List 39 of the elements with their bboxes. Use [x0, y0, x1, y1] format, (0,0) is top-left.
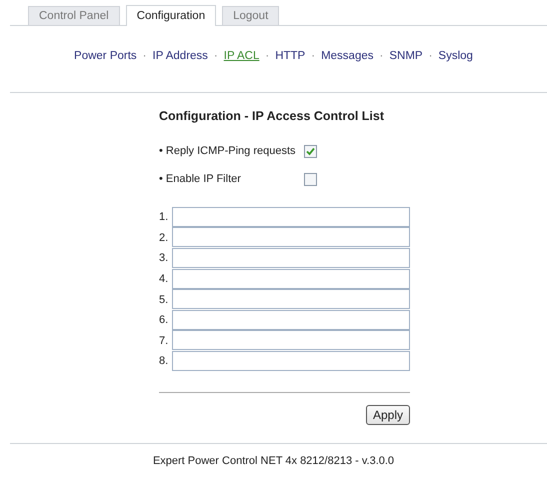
row-number: 1.: [159, 211, 170, 224]
option-label: • Enable IP Filter: [159, 173, 242, 185]
ip-input-field[interactable]: [172, 350, 410, 371]
row-number: 7.: [159, 334, 170, 347]
ip-input-field[interactable]: [172, 289, 410, 310]
row-number: 2.: [159, 232, 170, 244]
apply-button[interactable]: Apply: [366, 404, 410, 425]
nav-link[interactable]: Messages: [321, 50, 374, 70]
nav-link[interactable]: Power Ports: [74, 50, 137, 70]
nav-link[interactable]: HTTP: [275, 50, 306, 70]
separator-dot: ·: [142, 50, 147, 64]
ip-input-field[interactable]: [172, 330, 410, 350]
checkbox[interactable]: [304, 144, 317, 158]
separator-dot: ·: [428, 50, 432, 64]
checkbox[interactable]: [304, 172, 317, 186]
ip-input-field[interactable]: [172, 227, 410, 248]
row-number: 5.: [159, 294, 170, 306]
ip-input-field[interactable]: [172, 268, 410, 289]
ip-input-field[interactable]: [172, 310, 410, 330]
nav-link[interactable]: IP ACL: [224, 50, 260, 70]
separator-dot: ·: [265, 50, 270, 64]
ip-input-field[interactable]: [172, 248, 410, 268]
row-number: 8.: [159, 355, 170, 368]
nav-link[interactable]: IP Address: [152, 50, 208, 70]
nav-link[interactable]: SNMP: [389, 50, 423, 70]
footer-text: Expert Power Control NET 4x 8212/8213 - v.3.0.0: [152, 454, 394, 467]
row-number: 4.: [159, 273, 170, 286]
separator-dot: ·: [380, 50, 384, 64]
tab[interactable]: Configuration: [126, 5, 216, 26]
nav-link[interactable]: Syslog: [438, 50, 473, 70]
separator-dot: ·: [214, 50, 218, 64]
option-label: • Reply ICMP-Ping requests: [159, 145, 297, 157]
ip-input-field[interactable]: [172, 207, 410, 228]
row-number: 6.: [159, 314, 170, 326]
separator-dot: ·: [311, 50, 316, 64]
section-title: Configuration - IP Access Control List: [159, 109, 386, 123]
row-number: 3.: [159, 252, 170, 264]
tab[interactable]: Control Panel: [28, 6, 120, 25]
tab[interactable]: Logout: [222, 6, 280, 25]
